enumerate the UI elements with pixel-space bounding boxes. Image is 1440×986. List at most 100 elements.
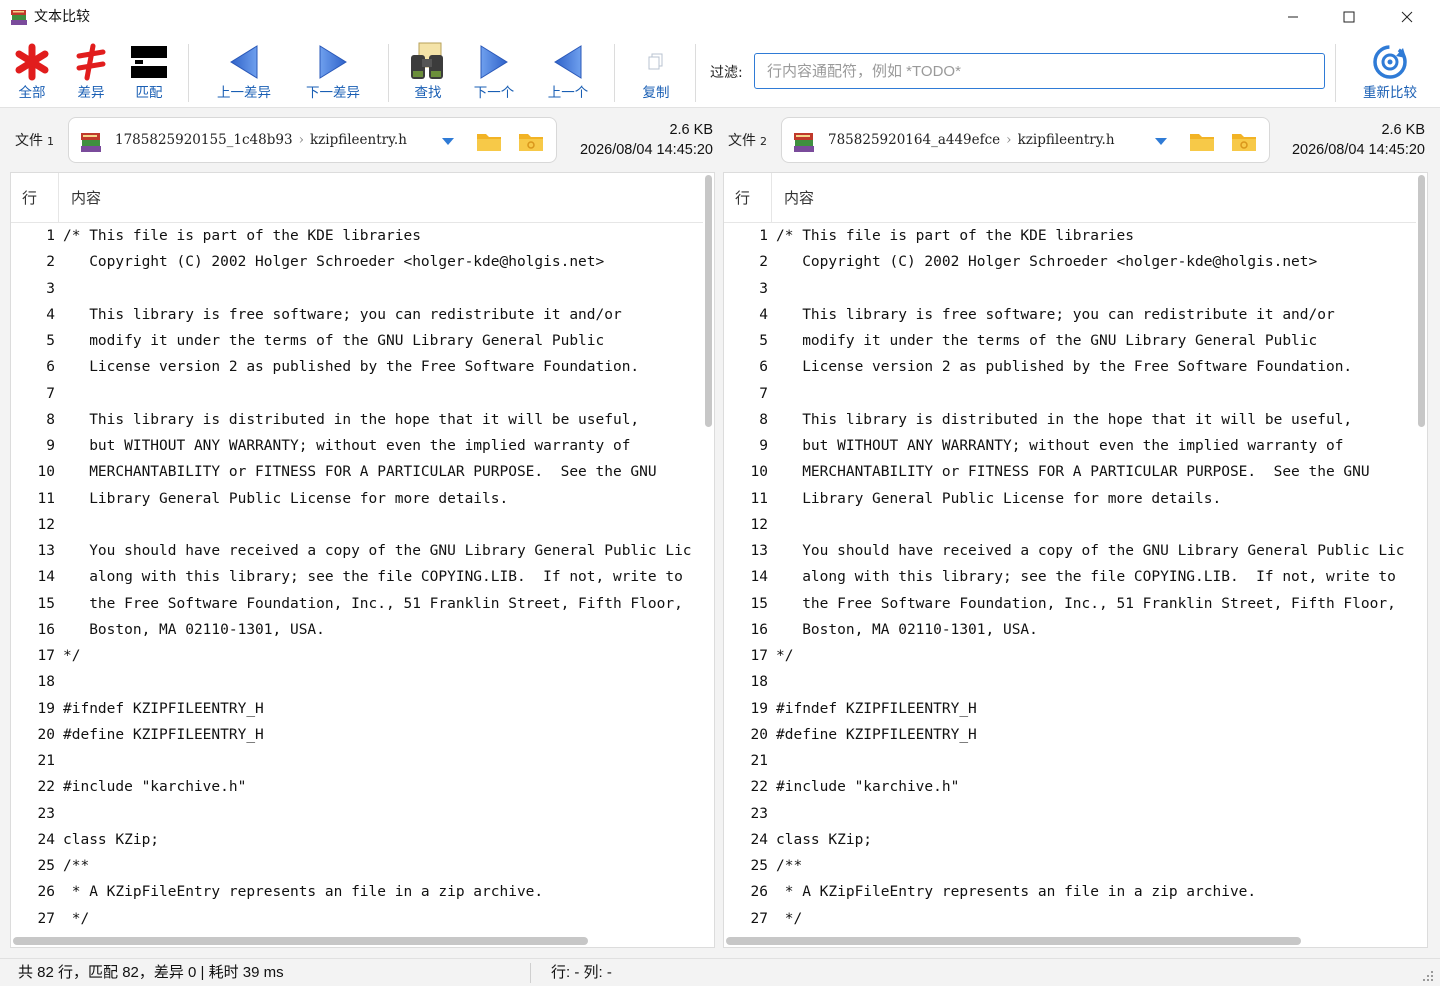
next-diff-button[interactable]: 下一差异	[303, 40, 363, 104]
code-row[interactable]: 19 #ifndef KZIPFILEENTRY_H	[724, 696, 1416, 722]
maximize-icon	[1343, 11, 1355, 23]
code-row[interactable]: 7	[724, 381, 1416, 407]
code-row[interactable]: 20 #define KZIPFILEENTRY_H	[11, 722, 703, 748]
horizontal-scrollbar[interactable]	[13, 937, 588, 945]
vertical-scrollbar[interactable]	[703, 173, 713, 933]
right-text-pane[interactable]: 行 内容 1 /* This file is part of the KDE li…	[723, 172, 1428, 948]
left-text-pane[interactable]: 行 内容 1 /* This file is part of the KDE li…	[10, 172, 715, 948]
code-row[interactable]: 16 Boston, MA 02110-1301, USA.	[11, 617, 703, 643]
code-row[interactable]: 26 * A KZipFileEntry represents an file …	[11, 879, 703, 905]
code-row[interactable]: 3	[11, 276, 703, 302]
code-row[interactable]: 13 You should have received a copy of th…	[11, 538, 703, 564]
folder-icon[interactable]	[1188, 128, 1216, 154]
code-row[interactable]: 22 #include "karchive.h"	[11, 774, 703, 800]
filter-input[interactable]	[754, 53, 1325, 89]
code-row[interactable]: 25 /**	[11, 853, 703, 879]
recompare-button[interactable]: 重新比较	[1358, 40, 1422, 104]
code-row[interactable]: 4 This library is free software; you can…	[11, 302, 703, 328]
code-row[interactable]: 11 Library General Public License for mo…	[724, 486, 1416, 512]
code-row[interactable]: 24 class KZip;	[11, 827, 703, 853]
show-match-button[interactable]: 匹配	[127, 40, 171, 104]
code-row[interactable]: 6 License version 2 as published by the …	[724, 354, 1416, 380]
line-number: 6	[46, 359, 55, 376]
file-name[interactable]: kzipfileentry.h	[310, 132, 407, 148]
archive-name[interactable]: 785825920164_a449efce	[828, 132, 1000, 148]
code-row[interactable]: 8 This library is distributed in the hop…	[11, 407, 703, 433]
code-row[interactable]: 10 MERCHANTABILITY or FITNESS FOR A PART…	[724, 459, 1416, 485]
code-row[interactable]: 4 This library is free software; you can…	[724, 302, 1416, 328]
code-row[interactable]: 14 along with this library; see the file…	[724, 564, 1416, 590]
code-row[interactable]: 12	[724, 512, 1416, 538]
code-row[interactable]: 12	[11, 512, 703, 538]
dropdown-icon[interactable]	[1153, 133, 1169, 149]
code-row[interactable]: 11 Library General Public License for mo…	[11, 486, 703, 512]
file-name[interactable]: kzipfileentry.h	[1018, 132, 1115, 148]
archive-name[interactable]: 1785825920155_1c48b93	[115, 132, 293, 148]
code-row[interactable]: 10 MERCHANTABILITY or FITNESS FOR A PART…	[11, 459, 703, 485]
resize-grip-icon[interactable]	[1422, 970, 1434, 982]
line-text: This library is distributed in the hope …	[776, 411, 1353, 428]
line-column-header[interactable]: 行	[11, 173, 59, 223]
maximize-button[interactable]	[1320, 0, 1378, 34]
code-row[interactable]: 17 */	[11, 643, 703, 669]
file-path-box[interactable]: 1785825920155_1c48b93 › kzipfileentry.h	[68, 117, 557, 163]
prev-diff-button[interactable]: 上一差异	[214, 40, 274, 104]
content-column-header[interactable]: 内容	[71, 173, 101, 223]
scroll-thumb[interactable]	[1418, 175, 1425, 427]
code-row[interactable]: 9 but WITHOUT ANY WARRANTY; without even…	[11, 433, 703, 459]
code-row[interactable]: 14 along with this library; see the file…	[11, 564, 703, 590]
code-row[interactable]: 27 */	[11, 906, 703, 932]
horizontal-scrollbar[interactable]	[726, 937, 1301, 945]
code-row[interactable]: 21	[724, 748, 1416, 774]
file-path-box[interactable]: 785825920164_a449efce › kzipfileentry.h	[781, 117, 1270, 163]
code-row[interactable]: 5 modify it under the terms of the GNU L…	[11, 328, 703, 354]
code-row[interactable]: 18	[724, 669, 1416, 695]
show-diff-button[interactable]: 差异	[69, 40, 113, 104]
line-column-header[interactable]: 行	[724, 173, 772, 223]
open-folder-icon[interactable]	[1230, 128, 1258, 154]
scroll-thumb[interactable]	[705, 175, 712, 427]
code-row[interactable]: 21	[11, 748, 703, 774]
find-prev-button[interactable]: 上一个	[544, 40, 592, 104]
code-row[interactable]: 1 /* This file is part of the KDE librari…	[724, 223, 1416, 249]
code-row[interactable]: 16 Boston, MA 02110-1301, USA.	[724, 617, 1416, 643]
copy-button[interactable]: 复制	[634, 40, 678, 104]
code-row[interactable]: 9 but WITHOUT ANY WARRANTY; without even…	[724, 433, 1416, 459]
code-row[interactable]: 5 modify it under the terms of the GNU L…	[724, 328, 1416, 354]
open-folder-icon[interactable]	[517, 128, 545, 154]
code-row[interactable]: 3	[724, 276, 1416, 302]
code-row[interactable]: 13 You should have received a copy of th…	[724, 538, 1416, 564]
line-number: 22	[750, 779, 768, 796]
code-row[interactable]: 19 #ifndef KZIPFILEENTRY_H	[11, 696, 703, 722]
dropdown-icon[interactable]	[440, 133, 456, 149]
code-row[interactable]: 2 Copyright (C) 2002 Holger Schroeder <h…	[724, 249, 1416, 275]
find-next-button[interactable]: 下一个	[470, 40, 518, 104]
close-button[interactable]	[1378, 0, 1436, 34]
code-row[interactable]: 23	[11, 801, 703, 827]
folder-icon[interactable]	[475, 128, 503, 154]
code-view[interactable]: 1 /* This file is part of the KDE librari…	[724, 223, 1416, 933]
code-row[interactable]: 27 */	[724, 906, 1416, 932]
code-row[interactable]: 24 class KZip;	[724, 827, 1416, 853]
code-row[interactable]: 20 #define KZIPFILEENTRY_H	[724, 722, 1416, 748]
code-row[interactable]: 25 /**	[724, 853, 1416, 879]
code-view[interactable]: 1 /* This file is part of the KDE librari…	[11, 223, 703, 933]
code-row[interactable]: 17 */	[724, 643, 1416, 669]
vertical-scrollbar[interactable]	[1416, 173, 1426, 933]
minimize-button[interactable]	[1264, 0, 1322, 34]
code-row[interactable]: 6 License version 2 as published by the …	[11, 354, 703, 380]
code-row[interactable]: 7	[11, 381, 703, 407]
code-row[interactable]: 22 #include "karchive.h"	[724, 774, 1416, 800]
content-column-header[interactable]: 内容	[784, 173, 814, 223]
code-row[interactable]: 2 Copyright (C) 2002 Holger Schroeder <h…	[11, 249, 703, 275]
code-row[interactable]: 15 the Free Software Foundation, Inc., 5…	[11, 591, 703, 617]
code-row[interactable]: 1 /* This file is part of the KDE librari…	[11, 223, 703, 249]
code-row[interactable]: 23	[724, 801, 1416, 827]
show-all-button[interactable]: 全部	[10, 40, 54, 104]
code-row[interactable]: 26 * A KZipFileEntry represents an file …	[724, 879, 1416, 905]
find-button[interactable]: 查找	[406, 40, 450, 104]
line-number: 17	[37, 648, 55, 664]
code-row[interactable]: 8 This library is distributed in the hop…	[724, 407, 1416, 433]
code-row[interactable]: 18	[11, 669, 703, 695]
code-row[interactable]: 15 the Free Software Foundation, Inc., 5…	[724, 591, 1416, 617]
